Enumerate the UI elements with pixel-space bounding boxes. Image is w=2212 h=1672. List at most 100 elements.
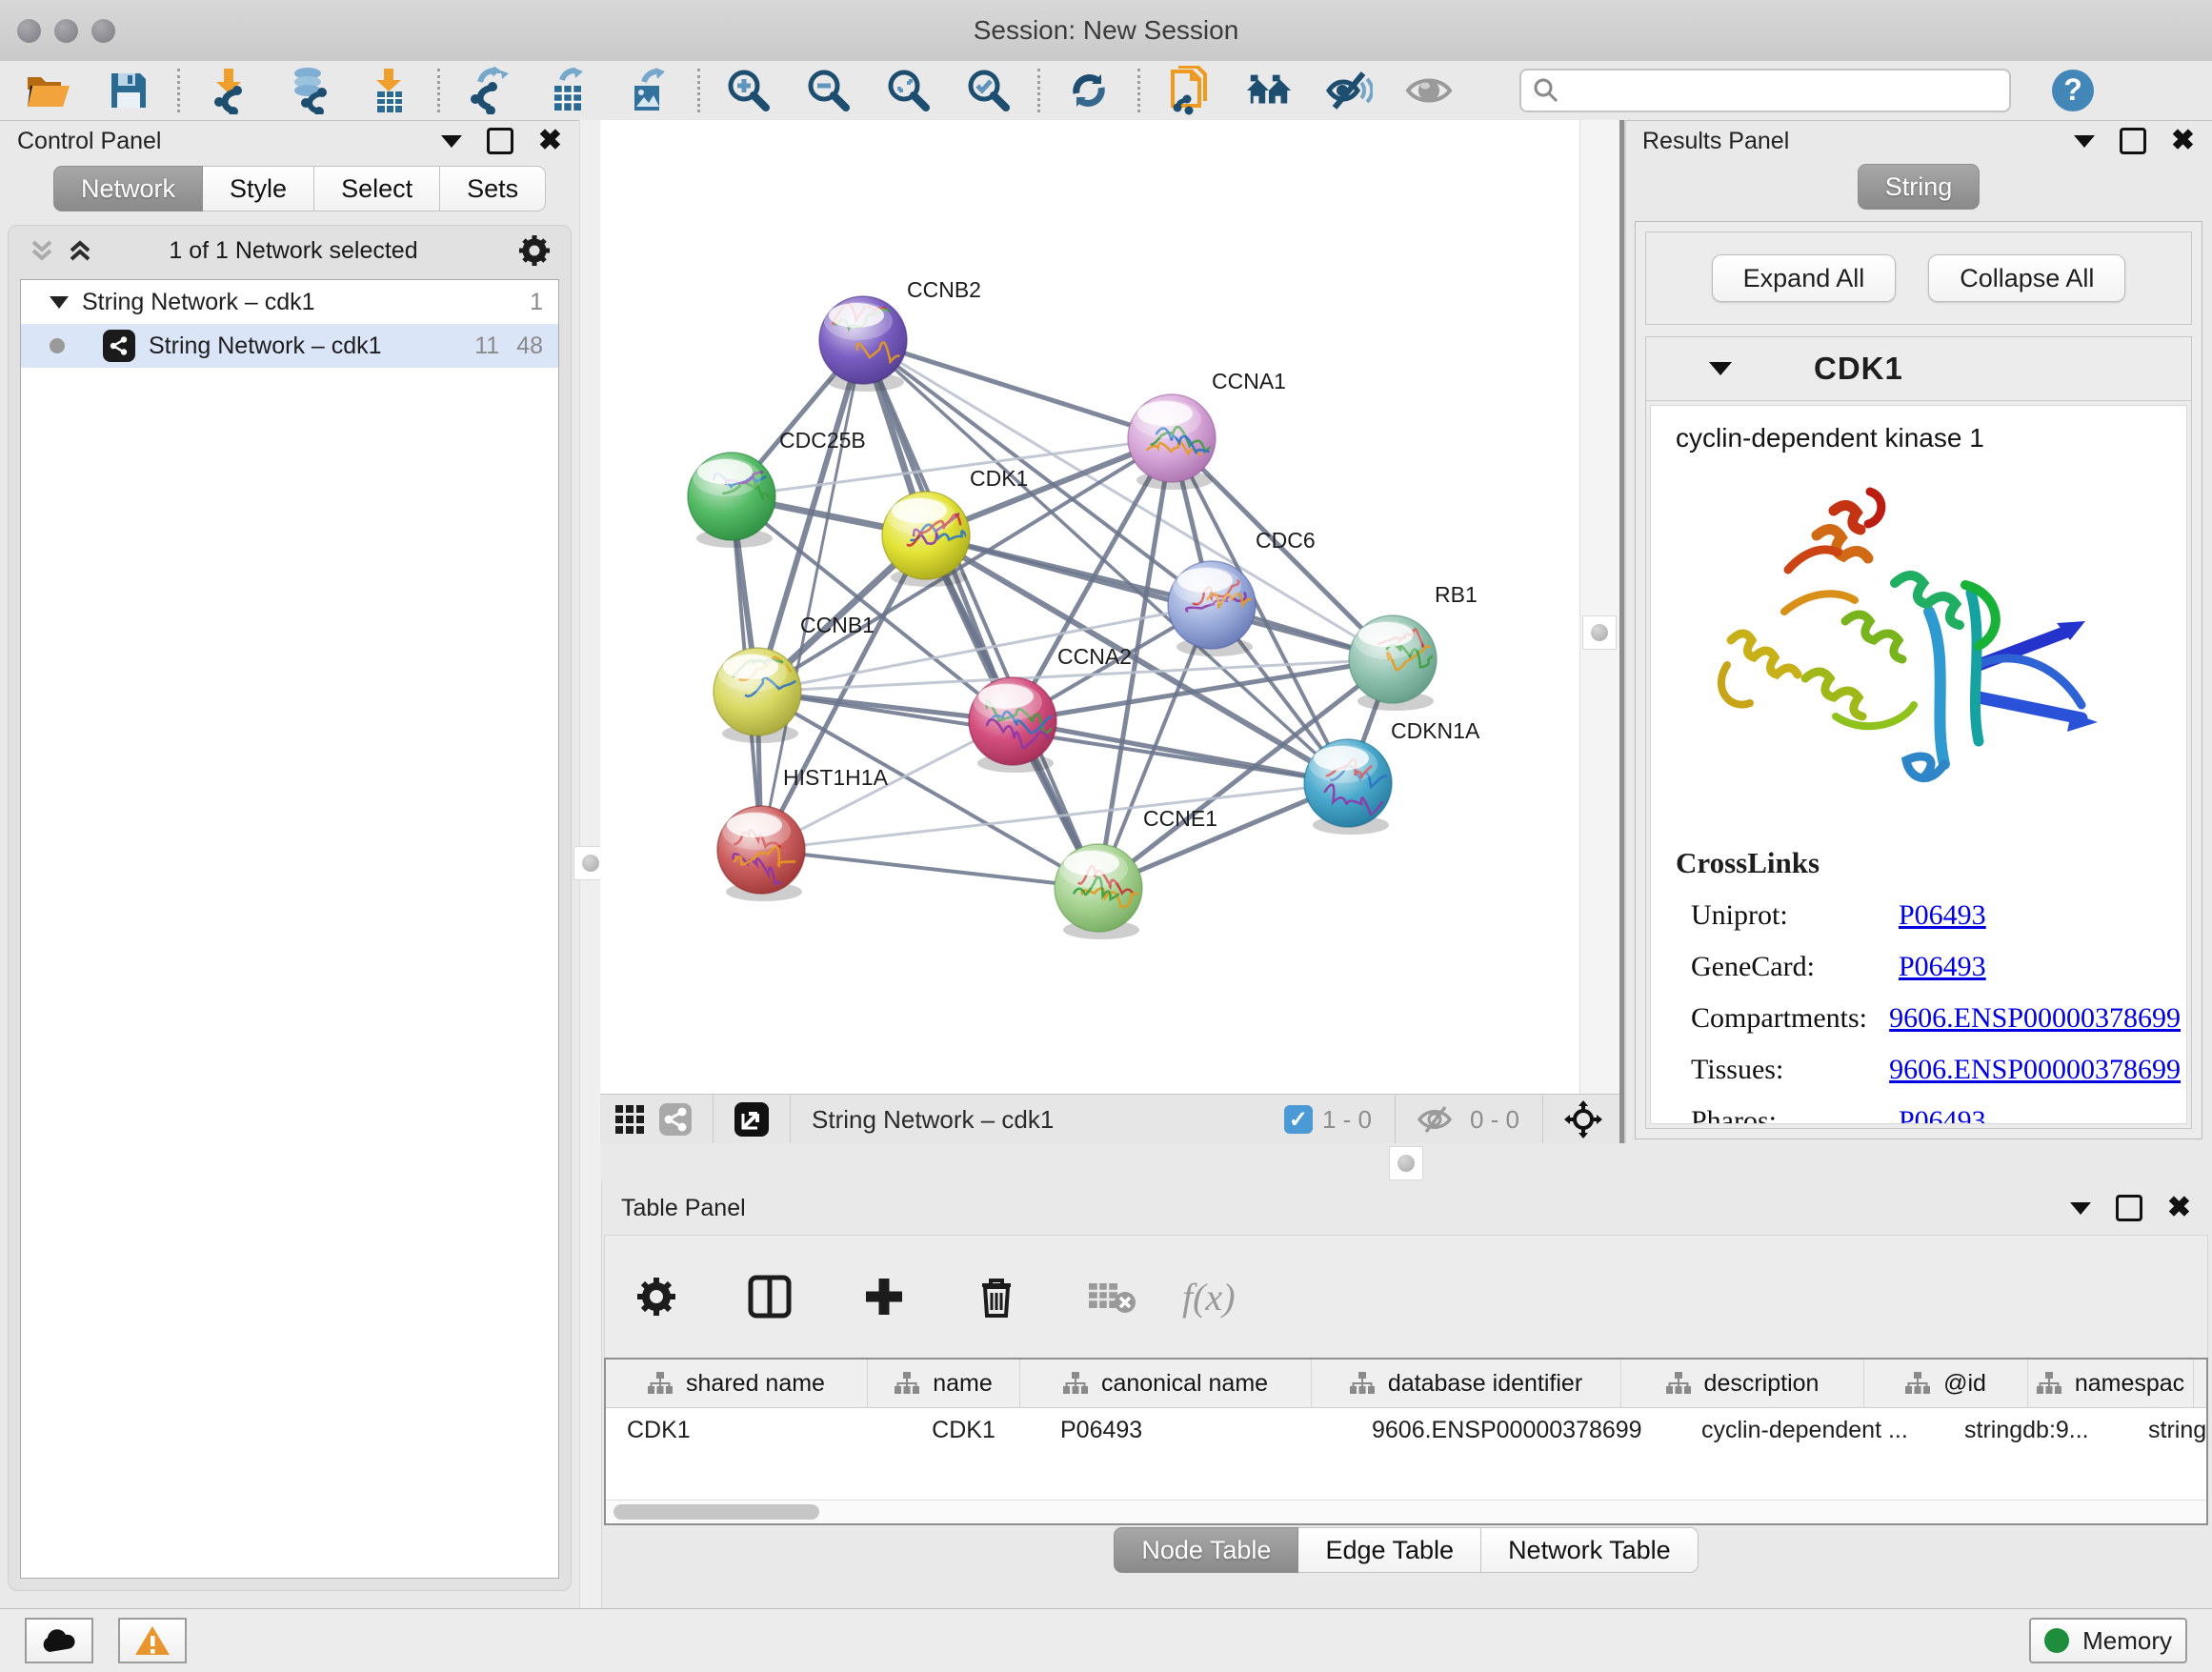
table-panel-maximize-icon[interactable]: [2116, 1195, 2142, 1221]
collapse-section-icon[interactable]: [1709, 362, 1732, 375]
add-column-icon[interactable]: [862, 1275, 906, 1319]
export-network-icon[interactable]: [465, 67, 513, 114]
table-cell[interactable]: CDK1: [888, 1408, 1039, 1452]
memory-status-dot: [2044, 1628, 2069, 1653]
column-header-shared-name[interactable]: shared name: [606, 1360, 868, 1407]
help-icon[interactable]: ?: [2049, 67, 2097, 114]
node-label-CDK1: CDK1: [970, 466, 1028, 491]
crosslink-link[interactable]: P06493: [1899, 899, 1986, 932]
protein-section-header[interactable]: CDK1: [1646, 337, 2191, 401]
home-icon[interactable]: [1245, 67, 1293, 114]
search-input[interactable]: [1559, 76, 1998, 105]
table-tab-edge-table[interactable]: Edge Table: [1298, 1527, 1481, 1573]
column-header-description[interactable]: description: [1621, 1360, 1864, 1407]
table-cell[interactable]: cyclin-dependent ...: [1680, 1408, 1943, 1452]
table-horizontal-scrollbar[interactable]: [606, 1500, 2206, 1523]
table-tab-node-table[interactable]: Node Table: [1114, 1527, 1298, 1573]
network-edge[interactable]: [761, 850, 1098, 888]
network-node-CDC6[interactable]: CDC6: [1168, 528, 1316, 656]
network-list: String Network – cdk1 1 String Network –…: [20, 279, 559, 1579]
expand-all-icon[interactable]: [66, 236, 94, 265]
collapse-all-icon[interactable]: [28, 236, 56, 265]
hidden-eye-icon[interactable]: [1417, 1105, 1453, 1134]
results-panel-float-icon[interactable]: [2074, 135, 2095, 148]
cloud-button[interactable]: [25, 1618, 93, 1663]
network-node-CDK1[interactable]: CDK1: [882, 466, 1028, 587]
zoom-selected-icon[interactable]: [965, 67, 1013, 114]
column-header-name[interactable]: name: [868, 1360, 1020, 1407]
horizontal-splitter-handle[interactable]: [1389, 1146, 1423, 1180]
expand-all-button[interactable]: Expand All: [1712, 254, 1897, 302]
control-panel-close-icon[interactable]: ✖: [538, 127, 562, 155]
refresh-icon[interactable]: [1065, 67, 1113, 114]
network-collection-row[interactable]: String Network – cdk1 1: [21, 280, 558, 324]
zoom-out-icon[interactable]: [805, 67, 853, 114]
crosslink-link[interactable]: P06493: [1899, 1105, 1986, 1124]
network-node-CCNE1[interactable]: CCNE1: [1055, 806, 1217, 939]
import-network-database-icon[interactable]: [285, 67, 332, 114]
table-cell[interactable]: 9606.ENSP00000378699: [1351, 1408, 1680, 1452]
import-network-file-icon[interactable]: [205, 67, 252, 114]
tab-string[interactable]: String: [1858, 164, 1981, 210]
zoom-fit-icon[interactable]: [885, 67, 933, 114]
table-cell[interactable]: stringdb:9...: [1943, 1408, 2127, 1452]
table-cell[interactable]: P06493: [1039, 1408, 1351, 1452]
table-cell[interactable]: stringdb: [2127, 1408, 2208, 1452]
show-columns-icon[interactable]: [748, 1275, 792, 1319]
detach-view-icon[interactable]: [734, 1102, 769, 1137]
results-panel-maximize-icon[interactable]: [2120, 128, 2146, 154]
control-panel-maximize-icon[interactable]: [487, 128, 513, 154]
table-panel-float-icon[interactable]: [2070, 1202, 2091, 1215]
open-session-icon[interactable]: [25, 67, 72, 114]
table-panel-close-icon[interactable]: ✖: [2167, 1194, 2191, 1222]
show-eye-icon[interactable]: [1405, 67, 1453, 114]
table-cell[interactable]: CDK1: [606, 1408, 888, 1452]
memory-button[interactable]: Memory: [2029, 1618, 2187, 1663]
column-header-@id[interactable]: @id: [1864, 1360, 2028, 1407]
network-node-CCNA2[interactable]: CCNA2: [969, 644, 1132, 773]
delete-column-icon[interactable]: [976, 1274, 1016, 1319]
tab-sets[interactable]: Sets: [440, 166, 546, 212]
export-table-icon[interactable]: [545, 67, 593, 114]
fit-content-icon[interactable]: [1564, 1100, 1602, 1138]
selected-checkbox-icon[interactable]: ✓: [1284, 1105, 1313, 1134]
crosslink-link[interactable]: P06493: [1899, 951, 1986, 983]
collection-expand-icon[interactable]: [50, 296, 69, 309]
network-node-RB1[interactable]: RB1: [1349, 582, 1478, 711]
save-session-icon[interactable]: [105, 67, 152, 114]
export-image-icon[interactable]: [625, 67, 673, 114]
scrollbar-thumb[interactable]: [613, 1504, 819, 1520]
hide-glasses-icon[interactable]: [1325, 67, 1373, 114]
table-tab-network-table[interactable]: Network Table: [1481, 1527, 1699, 1573]
network-edge[interactable]: [926, 535, 1393, 659]
table-settings-gear-icon[interactable]: [635, 1276, 677, 1318]
search-box[interactable]: [1519, 69, 2011, 112]
column-header-database-identifier[interactable]: database identifier: [1312, 1360, 1621, 1407]
zoom-in-icon[interactable]: [725, 67, 773, 114]
tab-network[interactable]: Network: [53, 166, 203, 212]
network-edge[interactable]: [863, 340, 1172, 438]
birdseye-view-icon[interactable]: [659, 1103, 692, 1136]
tab-select[interactable]: Select: [314, 166, 440, 212]
table-row[interactable]: CDK1CDK1P064939606.ENSP00000378699cyclin…: [606, 1408, 2206, 1452]
import-table-icon[interactable]: [365, 67, 412, 114]
column-label: @id: [1943, 1370, 1986, 1398]
tab-style[interactable]: Style: [203, 166, 314, 212]
network-view[interactable]: CCNB2CCNA1CDC25BCDK1CDC6RB1CCNB1CCNA2CDK…: [600, 120, 1579, 1094]
right-splitter-handle[interactable]: [1582, 615, 1617, 650]
network-from-clipboard-icon[interactable]: [1165, 67, 1213, 114]
network-node-HIST1H1A[interactable]: HIST1H1A: [717, 765, 889, 901]
collapse-all-button[interactable]: Collapse All: [1928, 254, 2125, 302]
warnings-button[interactable]: [118, 1618, 187, 1663]
hidden-counts: 0 - 0: [1470, 1105, 1519, 1135]
results-panel-close-icon[interactable]: ✖: [2171, 127, 2195, 155]
column-header-namespac[interactable]: namespac: [2028, 1360, 2194, 1407]
crosslink-link[interactable]: 9606.ENSP00000378699: [1889, 1054, 2181, 1086]
grid-view-icon[interactable]: [615, 1105, 644, 1134]
column-header-canonical-name[interactable]: canonical name: [1020, 1360, 1312, 1407]
control-panel-float-icon[interactable]: [441, 135, 462, 148]
network-node-CDKN1A[interactable]: CDKN1A: [1304, 718, 1480, 835]
network-row[interactable]: String Network – cdk1 11 48: [21, 324, 558, 368]
gear-icon[interactable]: [517, 233, 552, 268]
crosslink-link[interactable]: 9606.ENSP00000378699: [1889, 1002, 2181, 1035]
